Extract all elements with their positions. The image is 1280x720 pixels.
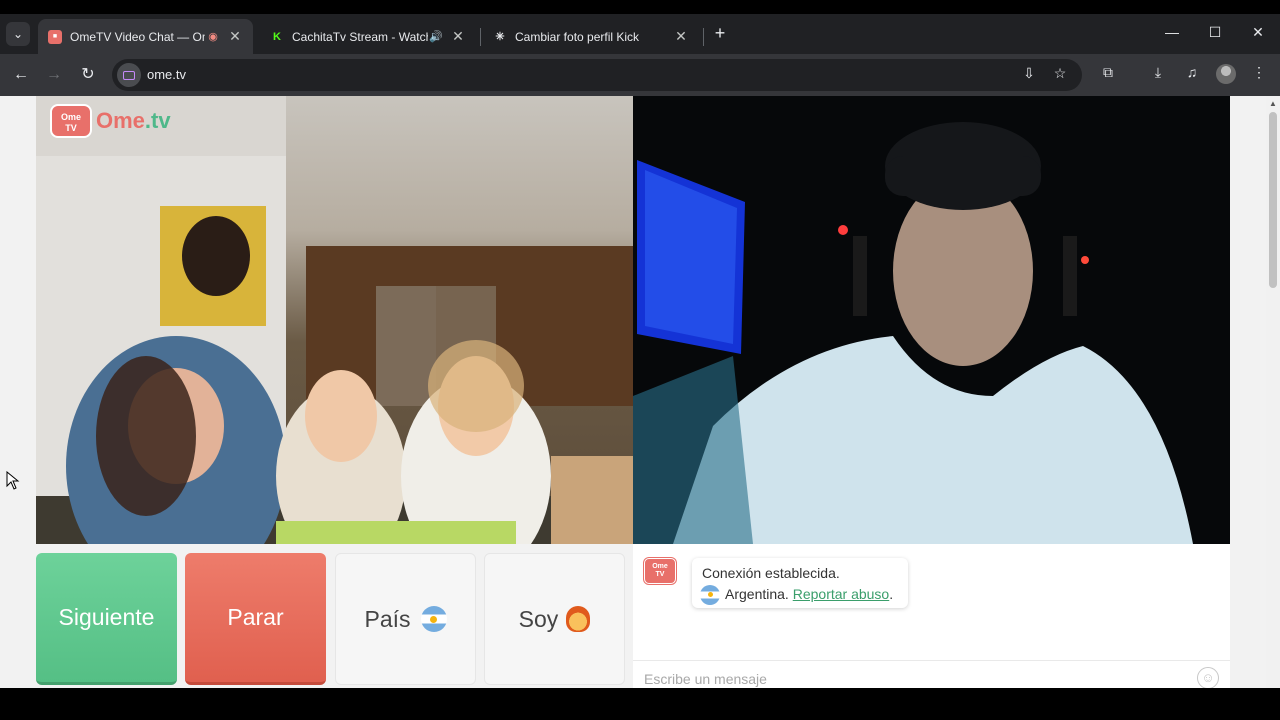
chat-logo-bottom: TV: [655, 571, 665, 578]
audio-playing-icon[interactable]: 🔊: [428, 30, 444, 43]
partner-video-frame: [633, 96, 1230, 544]
stop-button[interactable]: Parar: [185, 553, 326, 685]
system-message: Conexión establecida. Argentina. Reporta…: [692, 558, 908, 608]
ometv-chat-logo-icon: Ome TV: [644, 558, 676, 584]
ometv-logo: Ome TV Ome.tv: [50, 104, 171, 138]
partner-video: [633, 96, 1230, 544]
new-tab-button[interactable]: +: [710, 23, 730, 45]
close-window-icon[interactable]: ✕: [1248, 24, 1268, 41]
logo-top-text: Ome: [60, 112, 81, 122]
report-abuse-link[interactable]: Reportar abuso: [793, 584, 890, 605]
scrollbar-thumb[interactable]: [1269, 112, 1277, 288]
page-scrollbar[interactable]: ▲: [1266, 96, 1280, 688]
tab-ometv[interactable]: ■ OmeTV Video Chat — Ome ◉ ✕: [38, 19, 253, 54]
country-label: País: [364, 605, 411, 632]
local-video: [36, 96, 633, 544]
back-arrow-icon[interactable]: ←: [10, 64, 32, 86]
screen-top-border: [0, 0, 1280, 14]
connection-status: Conexión establecida.: [702, 565, 840, 581]
tab-search-button[interactable]: ⌄: [6, 22, 30, 46]
kick-favicon-icon: K: [273, 30, 281, 43]
media-controls-icon[interactable]: ♫: [1181, 64, 1203, 80]
next-label: Siguiente: [58, 604, 155, 630]
screen-bottom-border: [0, 688, 1280, 720]
tab-separator: [480, 28, 481, 46]
partner-country: Argentina.: [725, 586, 789, 602]
argentina-flag-icon: [700, 584, 720, 605]
mouse-cursor-icon: [6, 471, 20, 490]
url-text: ome.tv: [147, 67, 187, 82]
logo-word-ome: Ome: [96, 108, 145, 133]
scroll-up-arrow-icon[interactable]: ▲: [1269, 99, 1277, 108]
address-bar[interactable]: ome.tv ⇩ ☆: [112, 59, 1082, 91]
tab-title: Cambiar foto perfil Kick: [515, 29, 640, 44]
extensions-puzzle-icon[interactable]: ⧉: [1097, 64, 1119, 81]
close-tab-icon[interactable]: ✕: [673, 28, 689, 45]
forward-arrow-icon[interactable]: →: [43, 64, 65, 86]
profile-avatar[interactable]: [1216, 64, 1236, 84]
stop-label: Parar: [227, 604, 284, 630]
site-info-icon[interactable]: [117, 63, 141, 87]
tab-chatgpt[interactable]: ✳ Cambiar foto perfil Kick ✕: [483, 19, 699, 54]
logo-wordmark: Ome.tv: [96, 108, 171, 134]
message-input[interactable]: Escribe un mensaje ☺: [633, 660, 1230, 689]
next-button[interactable]: Siguiente: [36, 553, 177, 685]
tab-separator: [703, 28, 704, 46]
openai-favicon-icon: ✳: [495, 31, 505, 43]
downloads-icon[interactable]: ⤓: [1147, 64, 1169, 81]
message-placeholder: Escribe un mensaje: [644, 671, 767, 687]
tab-strip: ⌄ ■ OmeTV Video Chat — Ome ◉ ✕ K Cachita…: [0, 14, 1280, 54]
local-video-frame: [36, 96, 633, 544]
logo-word-tv: .tv: [144, 108, 171, 133]
argentina-flag-icon: [420, 606, 447, 632]
emoji-picker-icon[interactable]: ☺: [1197, 667, 1219, 689]
bookmark-star-icon[interactable]: ☆: [1050, 65, 1070, 82]
close-tab-icon[interactable]: ✕: [227, 28, 243, 45]
recording-indicator-icon: ◉: [208, 31, 218, 43]
iam-label: Soy: [518, 605, 559, 632]
close-tab-icon[interactable]: ✕: [450, 28, 466, 45]
chat-logo-top: Ome: [652, 563, 668, 570]
ometv-favicon-icon: ■: [48, 29, 62, 44]
ometv-tv-icon: Ome TV: [50, 104, 92, 138]
report-suffix: .: [889, 586, 894, 602]
chevron-down-icon: ⌄: [12, 27, 24, 41]
gender-selector-button[interactable]: Soy: [484, 553, 625, 685]
tab-kick[interactable]: K CachitaTv Stream - Watch L 🔊 ✕: [260, 19, 476, 54]
menu-kebab-icon[interactable]: ⋮: [1248, 64, 1270, 81]
reload-icon[interactable]: ↻: [77, 64, 99, 86]
logo-bottom-text: TV: [65, 123, 77, 133]
tab-title: CachitaTv Stream - Watch L: [292, 29, 428, 44]
install-app-icon[interactable]: ⇩: [1019, 65, 1039, 82]
country-selector-button[interactable]: País: [335, 553, 476, 685]
minimize-icon[interactable]: —: [1162, 24, 1182, 40]
browser-toolbar: ← → ↻ ome.tv ⇩ ☆ ⧉ ⤓ ♫ ⋮: [0, 54, 1280, 96]
tab-title: OmeTV Video Chat — Ome: [70, 29, 205, 44]
woman-emoji-icon: [566, 606, 591, 632]
maximize-icon[interactable]: ☐: [1205, 24, 1225, 41]
